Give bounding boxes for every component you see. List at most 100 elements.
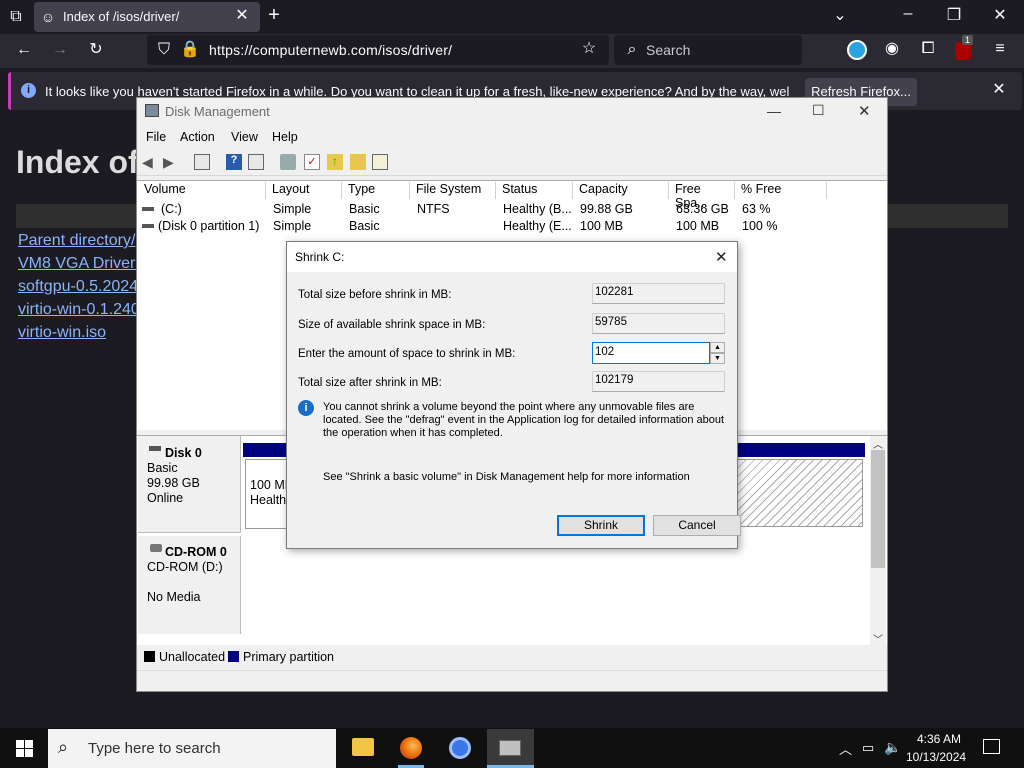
tb-connect-icon[interactable] — [280, 154, 296, 170]
chevron-down-icon[interactable]: ⌄ — [830, 8, 850, 24]
menu-file[interactable]: File — [146, 130, 166, 144]
new-tab-icon[interactable]: + — [264, 5, 284, 25]
notification-center-icon[interactable] — [983, 739, 1000, 754]
col-status[interactable]: Status — [496, 182, 573, 199]
scrollbar-thumb[interactable] — [871, 450, 885, 568]
tb-back-icon[interactable]: ◀ — [142, 154, 158, 170]
dialog-close-icon[interactable]: ✕ — [715, 248, 728, 266]
col-capacity[interactable]: Capacity — [573, 182, 669, 199]
col-volume[interactable]: Volume — [138, 182, 266, 199]
row1-type: Basic — [349, 202, 380, 216]
dialog-titlebar — [287, 242, 737, 272]
tb-properties-icon[interactable] — [194, 154, 210, 170]
dm-close-icon[interactable]: ✕ — [858, 102, 871, 120]
menu-view[interactable]: View — [231, 130, 258, 144]
volume-icon — [142, 224, 154, 228]
row1-capacity: 99.88 GB — [580, 202, 633, 216]
tb-help-icon[interactable]: ? — [226, 154, 242, 170]
dm-maximize-icon[interactable]: ☐ — [812, 102, 825, 119]
network-icon[interactable]: ▭ — [862, 740, 874, 756]
tb-list-icon[interactable] — [372, 154, 388, 170]
row2-status: Healthy (E... — [503, 219, 572, 233]
search-icon: ⌕ — [627, 41, 637, 58]
link-virtio-iso[interactable]: virtio-win.iso — [18, 324, 106, 342]
tb-folder-icon[interactable] — [350, 154, 366, 170]
tab-list-icon[interactable]: ⧉ — [6, 9, 26, 25]
menu-icon[interactable]: ≡ — [990, 41, 1010, 57]
link-parent[interactable]: Parent directory/ — [18, 232, 135, 250]
legend-primary-swatch — [228, 651, 239, 662]
minimize-icon[interactable]: – — [898, 6, 918, 22]
clock-time[interactable]: 4:36 AM — [912, 732, 966, 746]
dm-minimize-icon[interactable]: — — [767, 103, 781, 119]
cdrom-name: CD-ROM 0 — [165, 545, 227, 559]
tb-up-icon[interactable]: ↑ — [327, 154, 343, 170]
label-available: Size of available shrink space in MB: — [298, 319, 486, 331]
extensions-icon[interactable]: ⧠ — [918, 41, 938, 57]
restore-icon[interactable]: ❐ — [944, 8, 964, 24]
row1-fs: NTFS — [417, 202, 450, 216]
link-virtio-folder[interactable]: virtio-win-0.1.240 — [18, 301, 140, 319]
file-explorer-icon[interactable] — [352, 738, 374, 756]
menu-action[interactable]: Action — [180, 130, 215, 144]
row1-pct: 63 % — [742, 202, 771, 216]
info-icon: i — [21, 83, 36, 98]
search-input[interactable] — [614, 35, 802, 65]
disk-mgmt-app-icon — [145, 104, 159, 117]
close-window-icon[interactable]: ✕ — [990, 8, 1010, 24]
label-total-after: Total size after shrink in MB: — [298, 377, 442, 389]
dialog-title: Shrink C: — [295, 250, 345, 264]
col-percent-free[interactable]: % Free — [735, 182, 827, 199]
tb-view-icon[interactable] — [248, 154, 264, 170]
row2-pct: 100 % — [742, 219, 778, 233]
windows-start-icon[interactable] — [16, 740, 33, 757]
col-filesystem[interactable]: File System — [410, 182, 496, 199]
back-icon[interactable]: ← — [14, 42, 34, 58]
value-total-before: 102281 — [592, 283, 725, 304]
legend-unallocated-swatch — [144, 651, 155, 662]
col-type[interactable]: Type — [342, 182, 410, 199]
firefox-taskbar-icon[interactable] — [400, 737, 422, 759]
forward-icon[interactable]: → — [50, 42, 70, 58]
spin-down-icon[interactable]: ▼ — [710, 353, 725, 364]
close-tab-icon[interactable]: ✕ — [232, 8, 252, 24]
partition-unallocated-hatch[interactable] — [737, 459, 863, 527]
shrink-amount-input[interactable]: 102 — [592, 342, 710, 364]
bookmark-star-icon[interactable]: ☆ — [579, 41, 599, 57]
scroll-up-icon[interactable]: ︿ — [873, 436, 883, 451]
window-title: Disk Management — [165, 104, 270, 119]
row2-volume[interactable]: (Disk 0 partition 1) — [158, 219, 259, 233]
vpn-icon[interactable] — [847, 40, 867, 60]
value-total-after: 102179 — [592, 371, 725, 392]
lock-icon[interactable]: 🔒 — [180, 42, 200, 58]
spin-up-icon[interactable]: ▲ — [710, 342, 725, 353]
legend-unallocated: Unallocated — [159, 650, 226, 664]
dialog-help-text[interactable]: See "Shrink a basic volume" in Disk Mana… — [323, 471, 690, 483]
cdrom-media: No Media — [147, 590, 201, 604]
clock-date[interactable]: 10/13/2024 — [906, 750, 966, 764]
shield-icon[interactable]: ⛉ — [154, 42, 174, 58]
close-notification-icon[interactable]: ✕ — [989, 82, 1009, 98]
efi-status: Health — [250, 493, 286, 507]
chrome-like-taskbar-icon[interactable] — [449, 737, 471, 759]
scroll-down-icon[interactable]: ﹀ — [873, 631, 883, 646]
col-free[interactable]: Free Spa... — [669, 182, 735, 210]
volume-icon — [142, 207, 154, 211]
menu-help[interactable]: Help — [272, 130, 298, 144]
cancel-button[interactable]: Cancel — [653, 515, 741, 536]
volume-muted-icon[interactable]: 🔈 — [884, 739, 901, 756]
tray-chevron-icon[interactable]: ︿ — [839, 739, 852, 758]
link-vm8[interactable]: VM8 VGA Drivers — [18, 255, 143, 273]
link-softgpu[interactable]: softgpu-0.5.2024 — [18, 278, 138, 296]
value-available: 59785 — [592, 313, 725, 334]
tb-check-icon[interactable]: ✓ — [304, 154, 320, 170]
reload-icon[interactable]: ↻ — [86, 42, 106, 58]
url-text[interactable]: https://computernewb.com/isos/driver/ — [209, 42, 452, 58]
col-layout[interactable]: Layout — [266, 182, 342, 199]
shrink-button[interactable]: Shrink — [557, 515, 645, 536]
row1-volume[interactable]: (C:) — [161, 202, 182, 216]
account-icon[interactable]: ◉ — [882, 41, 902, 57]
row1-free: 63.36 GB — [676, 202, 729, 216]
row2-free: 100 MB — [676, 219, 720, 233]
tb-forward-icon[interactable]: ▶ — [163, 154, 179, 170]
